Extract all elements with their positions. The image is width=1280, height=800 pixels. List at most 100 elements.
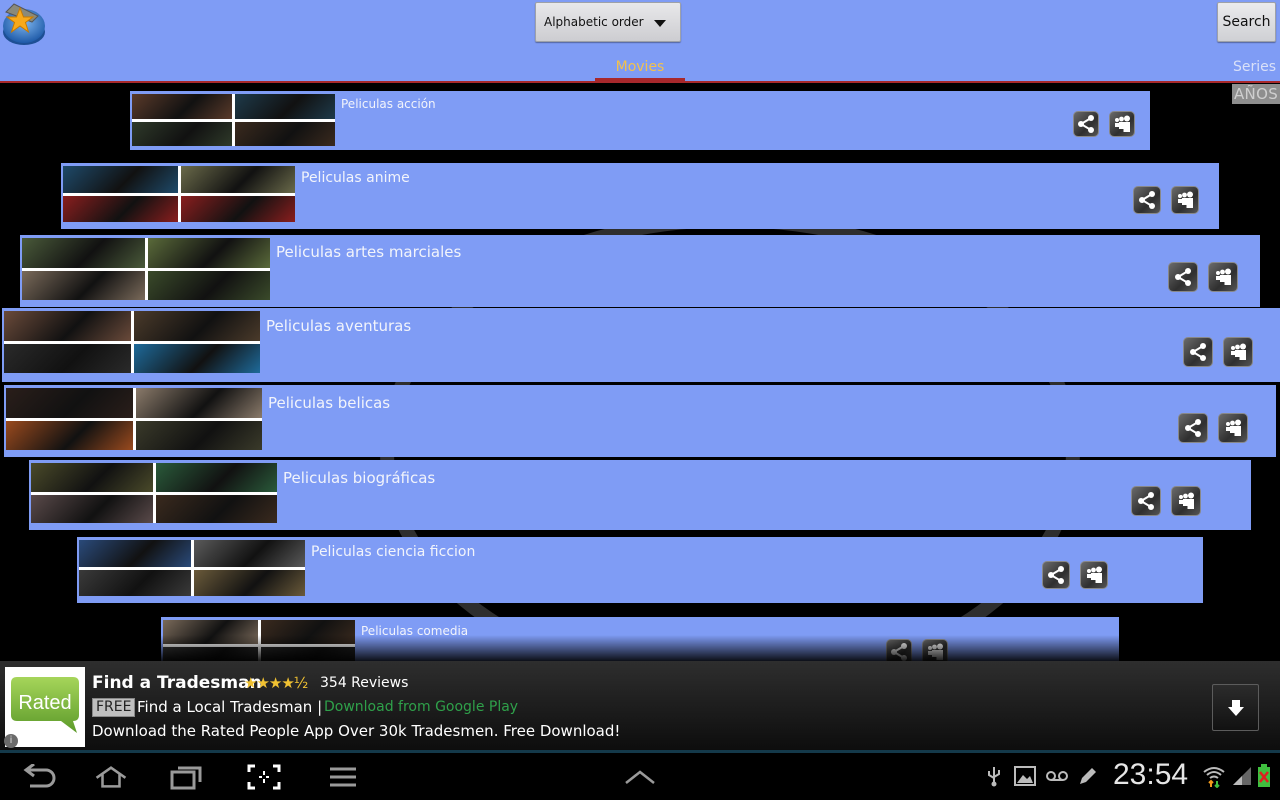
share-icon (1185, 419, 1201, 437)
app-logo-icon[interactable] (2, 2, 46, 46)
category-actions (1042, 561, 1108, 589)
ad-subtitle: Find a Local Tradesman | (137, 698, 323, 716)
movie-thumbnail (163, 646, 258, 661)
myspace-button[interactable] (1171, 486, 1201, 516)
category-thumbnail-grid[interactable] (132, 94, 335, 146)
recent-apps-button[interactable] (170, 762, 204, 792)
category-thumbnail-grid[interactable] (6, 388, 262, 450)
movie-thumbnail (193, 540, 305, 567)
share-icon (1078, 115, 1094, 133)
movie-thumbnail (260, 646, 355, 661)
screenshot-button[interactable] (247, 762, 281, 792)
back-button[interactable] (22, 762, 56, 792)
category-card[interactable]: Peliculas ciencia ficcion (77, 537, 1203, 603)
voicemail-icon (1045, 764, 1069, 788)
movie-thumbnail (235, 94, 335, 119)
myspace-button[interactable] (922, 639, 948, 661)
clock: 23:54 (1113, 758, 1189, 791)
category-actions (1133, 186, 1199, 214)
movie-thumbnail (193, 569, 305, 596)
movie-thumbnail (135, 388, 262, 418)
sort-order-value: Alphabetic order (544, 15, 644, 29)
category-thumbnail-grid[interactable] (31, 463, 277, 523)
ad-app-logo[interactable]: Rated (5, 667, 85, 747)
movie-thumbnail (163, 620, 258, 644)
ad-info-icon[interactable]: i (4, 734, 18, 748)
share-button[interactable] (1042, 561, 1070, 589)
category-card[interactable]: Peliculas comedia (161, 617, 1119, 661)
movie-thumbnail (132, 121, 232, 146)
myspace-icon (1216, 268, 1231, 285)
myspace-button[interactable] (1171, 186, 1199, 214)
screenshot-icon (247, 764, 281, 790)
movie-thumbnail (147, 238, 270, 268)
share-button[interactable] (1133, 186, 1161, 214)
recent-apps-icon (170, 766, 202, 790)
category-actions (1073, 111, 1135, 137)
tab-series[interactable]: Series (1226, 59, 1280, 75)
myspace-button[interactable] (1080, 561, 1108, 589)
movie-thumbnail (235, 121, 335, 146)
category-thumbnail-grid[interactable] (63, 166, 295, 222)
ad-download-button[interactable] (1212, 684, 1259, 731)
myspace-button[interactable] (1109, 111, 1135, 137)
share-icon (1048, 566, 1064, 584)
category-thumbnail-grid[interactable] (163, 620, 355, 661)
category-carousel[interactable]: Peliculas acción Peliculas anime Peliculas… (0, 83, 1280, 661)
gallery-icon (1014, 764, 1036, 788)
app-header: Alphabetic order Search Movies Series (0, 0, 1280, 82)
category-title: Peliculas aventuras (266, 317, 412, 335)
movie-thumbnail (4, 343, 131, 373)
share-button[interactable] (1168, 262, 1198, 292)
myspace-icon (1178, 191, 1193, 208)
tab-movies[interactable]: Movies (595, 59, 685, 75)
ad-title[interactable]: Find a Tradesman (92, 673, 262, 693)
myspace-icon (1087, 566, 1102, 583)
movie-thumbnail (132, 94, 232, 119)
category-thumbnail-grid[interactable] (79, 540, 305, 596)
share-icon (1139, 191, 1155, 209)
category-title: Peliculas biográficas (283, 469, 436, 487)
movie-thumbnail (79, 540, 191, 567)
category-title: Peliculas belicas (268, 394, 391, 412)
share-button[interactable] (1073, 111, 1099, 137)
movie-thumbnail (135, 420, 262, 450)
app-root: Alphabetic order Search Movies Series Pe… (0, 0, 1280, 800)
category-card[interactable]: Peliculas anime (61, 163, 1219, 229)
home-icon (95, 766, 127, 788)
category-card[interactable]: Peliculas acción (130, 91, 1150, 150)
category-card[interactable]: Peliculas belicas (4, 385, 1276, 457)
wifi-icon (1202, 764, 1226, 788)
sort-order-dropdown[interactable]: Alphabetic order (535, 2, 681, 42)
category-card[interactable]: Peliculas aventuras (2, 308, 1280, 382)
category-actions (1168, 262, 1238, 292)
ad-cta-link[interactable]: Download from Google Play (324, 699, 518, 715)
movie-thumbnail (6, 420, 133, 450)
home-button[interactable] (94, 762, 128, 792)
movie-thumbnail (155, 463, 277, 492)
ad-free-badge: FREE (92, 698, 136, 717)
movie-thumbnail (155, 494, 277, 523)
category-card[interactable]: Peliculas biográficas (29, 460, 1251, 530)
search-button[interactable]: Search (1217, 2, 1276, 42)
years-filter-button[interactable]: AÑOS (1232, 84, 1280, 104)
category-title: Peliculas artes marciales (276, 243, 462, 261)
myspace-button[interactable] (1208, 262, 1238, 292)
share-button[interactable] (1131, 486, 1161, 516)
myspace-button[interactable] (1223, 337, 1253, 367)
share-button[interactable] (886, 639, 912, 661)
category-card[interactable]: Peliculas artes marciales (20, 235, 1260, 307)
share-button[interactable] (1183, 337, 1213, 367)
download-arrow-icon (1227, 699, 1244, 716)
movie-thumbnail (22, 270, 145, 300)
category-thumbnail-grid[interactable] (22, 238, 270, 300)
menu-button[interactable] (326, 762, 360, 792)
myspace-icon (1179, 492, 1194, 509)
category-actions (1183, 337, 1253, 367)
category-title: Peliculas ciencia ficcion (311, 544, 476, 560)
movie-thumbnail (79, 569, 191, 596)
myspace-button[interactable] (1218, 413, 1248, 443)
expand-button[interactable] (623, 762, 657, 792)
share-button[interactable] (1178, 413, 1208, 443)
category-thumbnail-grid[interactable] (4, 311, 260, 373)
